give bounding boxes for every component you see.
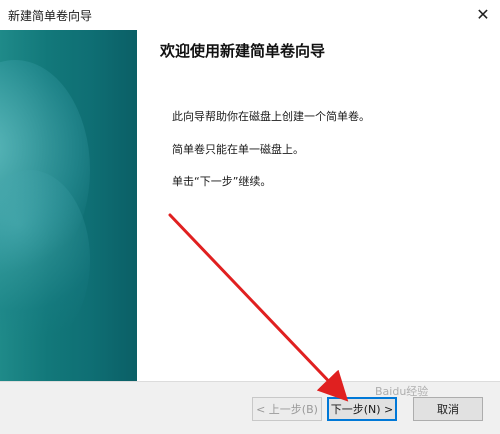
cancel-button[interactable]: 取消 [413,397,483,421]
wizard-window: 新建简单卷向导 ✕ 欢迎使用新建简单卷向导 此向导帮助你在磁盘上创建一个简单卷。… [0,0,500,434]
title-bar: 新建简单卷向导 ✕ [0,0,500,30]
description-text-3: 单击“下一步”继续。 [172,175,272,188]
wizard-content: 欢迎使用新建简单卷向导 此向导帮助你在磁盘上创建一个简单卷。 简单卷只能在单一磁… [137,30,500,381]
back-button[interactable]: < 上一步(B) [252,397,322,421]
description-text-1: 此向导帮助你在磁盘上创建一个简单卷。 [172,110,370,123]
close-icon[interactable]: ✕ [470,2,496,26]
wizard-banner-image [0,30,137,381]
description-text-2: 简单卷只能在单一磁盘上。 [172,143,304,156]
window-title: 新建简单卷向导 [8,9,93,23]
page-title: 欢迎使用新建简单卷向导 [160,42,326,60]
next-button[interactable]: 下一步(N) > [327,397,397,421]
watermark-text: Baidu经验 [375,385,429,398]
